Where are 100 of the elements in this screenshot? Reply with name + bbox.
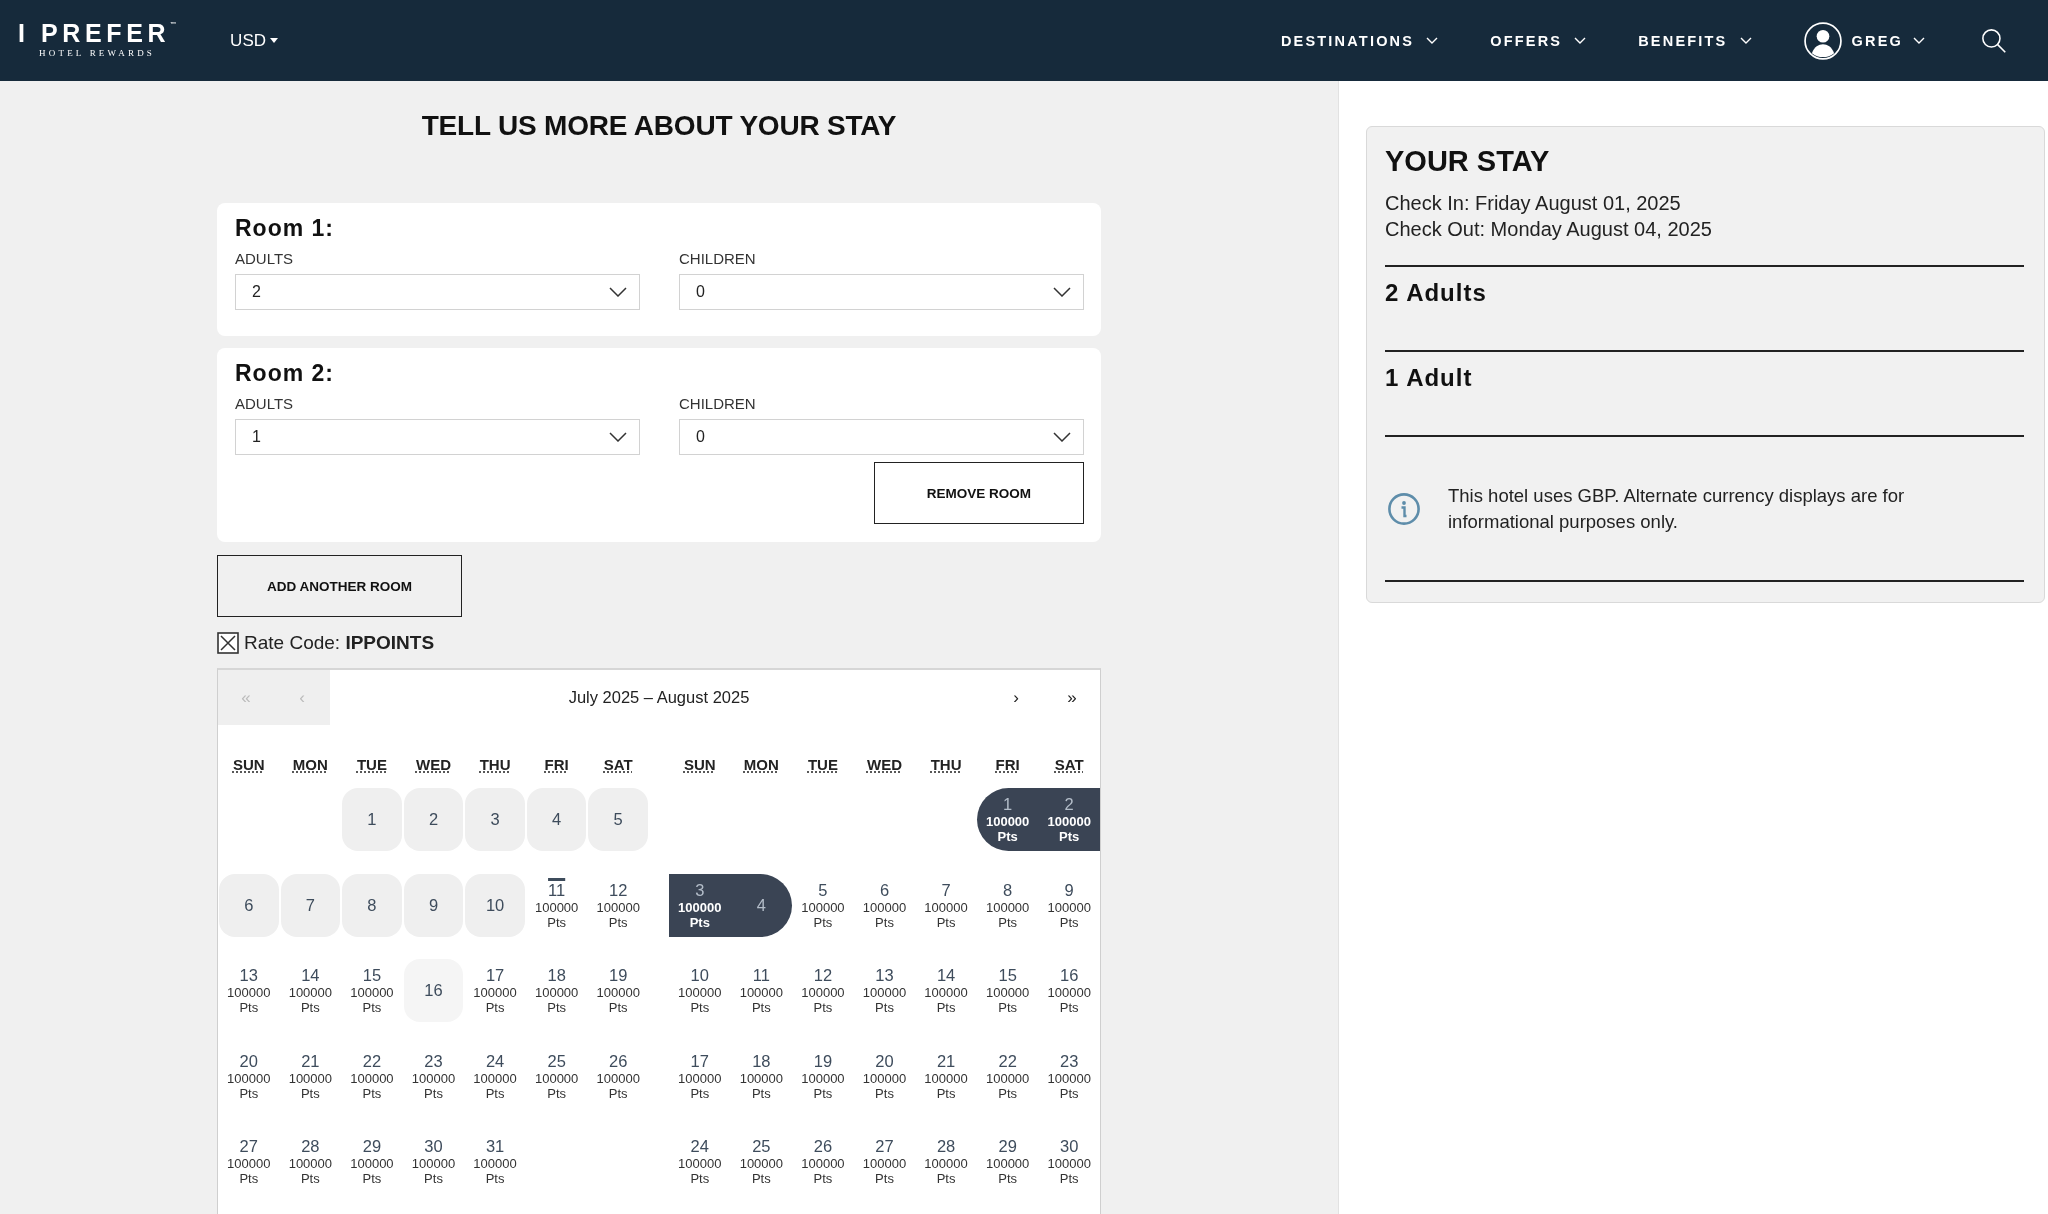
field-label: ADULTS [235, 395, 294, 413]
calendar-day[interactable]: 20 100000 Pts [218, 1044, 280, 1108]
weekday-label: FRI [544, 755, 569, 773]
calendar-day[interactable]: 23 100000 Pts [1038, 1044, 1100, 1108]
chevron-down-icon [1739, 37, 1752, 44]
remove-room-button[interactable]: REMOVE ROOM [874, 462, 1084, 524]
calendar-day[interactable]: 31 100000 Pts [464, 1130, 526, 1193]
calendar-day[interactable]: 27 100000 Pts [853, 1130, 916, 1193]
calendar-day[interactable]: 21 100000 Pts [915, 1044, 977, 1108]
currency-selector[interactable]: USD [230, 30, 278, 51]
calendar-day[interactable]: 22 100000 Pts [341, 1044, 403, 1108]
summary-title: YOUR STAY [1385, 144, 1550, 179]
calendar-day[interactable]: 18 100000 Pts [730, 1044, 793, 1108]
calendar-day[interactable]: 15 100000 Pts [976, 959, 1039, 1022]
calendar-day[interactable]: 11 100000 Pts [525, 873, 588, 937]
chevron-down-icon [1053, 287, 1071, 297]
checkbox[interactable] [217, 632, 239, 654]
field-label: ADULTS [235, 250, 294, 268]
room-title: Room 1: [235, 215, 334, 241]
select-field[interactable]: 0 [679, 274, 1084, 310]
calendar-nav-button[interactable]: › [988, 670, 1044, 725]
calendar-day[interactable]: 9 100000 Pts [1038, 873, 1100, 937]
calendar-day[interactable]: 2 100000 Pts [1038, 788, 1100, 851]
nav-menu-item[interactable]: BENEFITS [1638, 32, 1752, 49]
weekday-label: SUN [232, 755, 265, 773]
calendar-day[interactable]: 29 100000 Pts [341, 1130, 403, 1193]
calendar-day[interactable]: 16 [403, 959, 464, 1022]
calendar-day[interactable]: 27 100000 Pts [218, 1130, 280, 1193]
weekday-label: FRI [995, 755, 1020, 773]
stay-date: Check Out: Monday August 04, 2025 [1385, 217, 1712, 242]
calendar-day[interactable]: 25 100000 Pts [525, 1044, 588, 1108]
calendar-day: 9 [403, 873, 464, 937]
calendar-day[interactable]: 14 100000 Pts [279, 959, 342, 1022]
calendar-day[interactable]: 19 100000 Pts [792, 1044, 854, 1108]
nav-menu-item[interactable]: DESTINATIONS [1280, 32, 1439, 49]
user-menu[interactable]: GREG [1803, 21, 1925, 60]
calendar-day[interactable]: 24 100000 Pts [464, 1044, 526, 1108]
chevron-down-icon [1053, 432, 1071, 442]
weekday-label: TUE [807, 755, 838, 773]
calendar-day[interactable]: 24 100000 Pts [669, 1130, 731, 1193]
calendar-title: July 2025 – August 2025 [568, 688, 750, 707]
calendar-day[interactable]: 17 100000 Pts [464, 959, 526, 1022]
calendar-day[interactable]: 6 100000 Pts [853, 873, 916, 937]
calendar-day[interactable]: 29 100000 Pts [976, 1130, 1039, 1193]
calendar-day: 8 [342, 873, 402, 937]
calendar-day[interactable]: 28 100000 Pts [279, 1130, 342, 1193]
weekday-label: WED [416, 755, 451, 773]
calendar-day[interactable]: 5 100000 Pts [792, 873, 854, 937]
calendar-day[interactable]: 22 100000 Pts [976, 1044, 1039, 1108]
calendar-day[interactable]: 17 100000 Pts [669, 1044, 731, 1108]
calendar-day[interactable]: 23 100000 Pts [402, 1044, 465, 1108]
chevron-down-icon [609, 432, 627, 442]
caret-icon [270, 38, 278, 43]
calendar-day[interactable]: 20 100000 Pts [853, 1044, 916, 1108]
calendar-day[interactable]: 13 100000 Pts [218, 959, 280, 1022]
add-room-button[interactable]: ADD ANOTHER ROOM [217, 555, 462, 617]
calendar-day[interactable]: 3 100000 Pts [669, 873, 731, 937]
calendar-day[interactable]: 12 100000 Pts [587, 873, 649, 937]
weekday-label: MON [292, 755, 328, 773]
calendar-day[interactable]: 19 100000 Pts [587, 959, 649, 1022]
logo[interactable]: I PREFER$^{™}$ HOTEL REWARDS [18, 18, 177, 59]
calendar-day: 5 [588, 788, 648, 851]
calendar-day: 4 [526, 788, 587, 851]
select-field[interactable]: 2 [235, 274, 640, 310]
calendar-day[interactable]: 1 100000 Pts [976, 788, 1039, 851]
calendar-day[interactable]: 26 100000 Pts [792, 1130, 854, 1193]
nav-menu-item[interactable]: OFFERS [1490, 32, 1587, 49]
calendar-day[interactable]: 14 100000 Pts [915, 959, 977, 1022]
weekday-label: SUN [683, 755, 716, 773]
calendar-day[interactable]: 13 100000 Pts [853, 959, 916, 1022]
chevron-down-icon [1574, 37, 1587, 44]
chevron-down-icon [609, 287, 627, 297]
select-field[interactable]: 1 [235, 419, 640, 455]
calendar-day[interactable]: 11 100000 Pts [730, 959, 793, 1022]
weekday-label: SAT [1054, 755, 1084, 773]
calendar-day[interactable]: 4 [730, 873, 793, 937]
chevron-down-icon [1426, 37, 1439, 44]
calendar-nav-button[interactable]: » [1044, 670, 1100, 725]
calendar-day[interactable]: 8 100000 Pts [976, 873, 1039, 937]
calendar-day[interactable]: 25 100000 Pts [730, 1130, 793, 1193]
calendar-day[interactable]: 21 100000 Pts [279, 1044, 342, 1108]
calendar-day[interactable]: 28 100000 Pts [915, 1130, 977, 1193]
calendar-day[interactable]: 7 100000 Pts [915, 873, 977, 937]
calendar-day[interactable]: 15 100000 Pts [341, 959, 403, 1022]
currency-notice: This hotel uses GBP. Alternate currency displays are for informational purposes only. [1448, 483, 1906, 534]
select-field[interactable]: 0 [679, 419, 1084, 455]
calendar-day[interactable]: 10 100000 Pts [669, 959, 731, 1022]
room-title: Room 2: [235, 360, 334, 386]
calendar-day[interactable]: 30 100000 Pts [402, 1130, 465, 1193]
calendar-day[interactable]: 16 100000 Pts [1038, 959, 1100, 1022]
avatar-icon [1803, 21, 1842, 60]
weekday-label: MON [743, 755, 779, 773]
field-label: CHILDREN [679, 250, 756, 268]
calendar-day[interactable]: 30 100000 Pts [1038, 1130, 1100, 1193]
weekday-label: THU [479, 755, 511, 773]
calendar-day[interactable]: 26 100000 Pts [587, 1044, 649, 1108]
room-guests: 2 Adults [1385, 279, 1487, 306]
calendar-day[interactable]: 12 100000 Pts [792, 959, 854, 1022]
calendar-day[interactable]: 18 100000 Pts [525, 959, 588, 1022]
search-button[interactable] [1981, 28, 2006, 53]
